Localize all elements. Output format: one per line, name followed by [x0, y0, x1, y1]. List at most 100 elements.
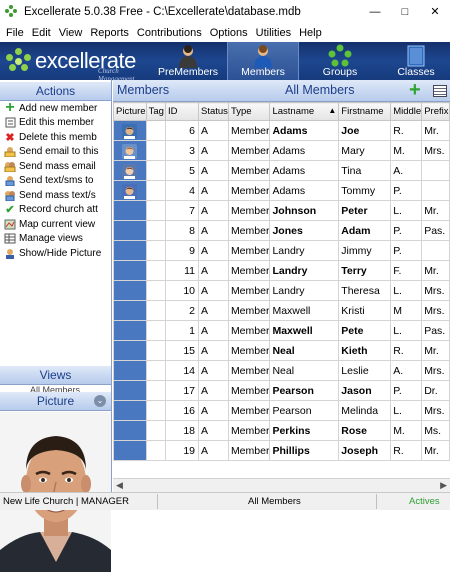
action-mass-sms[interactable]: Send mass text/s — [0, 188, 111, 203]
close-icon[interactable]: ✕ — [420, 0, 450, 23]
table-row[interactable]: 11 A Member Landry Terry F. Mr. — [113, 260, 450, 281]
cell-middle: P. — [390, 220, 423, 241]
table-row[interactable]: 8 A Member Jones Adam P. Pas. — [113, 220, 450, 241]
chevron-down-icon[interactable]: ⌄ — [94, 395, 106, 407]
table-row[interactable]: 7 A Member Johnson Peter L. Mr. — [113, 200, 450, 221]
table-row[interactable]: 16 A Member Pearson Melinda L. Mrs. — [113, 400, 450, 421]
cell-prefix: Mr. — [421, 340, 450, 361]
cell-middle: M. — [390, 420, 423, 441]
table-row[interactable]: 15 A Member Neal Kieth R. Mr. — [113, 340, 450, 361]
action-map-view[interactable]: Map current view — [0, 217, 111, 232]
cell-firstname: Pete — [338, 320, 392, 341]
menu-file[interactable]: File — [2, 27, 28, 39]
table-row[interactable]: 10 A Member Landry Theresa L. Mrs. — [113, 280, 450, 301]
cell-type: Member — [227, 260, 271, 281]
col-status[interactable]: Status — [198, 102, 229, 121]
menu-help[interactable]: Help — [295, 27, 326, 39]
picture-icon — [4, 247, 16, 259]
member-thumbnail — [122, 124, 137, 139]
status-church: New Life Church | MANAGER — [3, 496, 130, 507]
cell-tag — [145, 300, 167, 321]
table-row[interactable]: 4 A Member Adams Tommy P. — [113, 180, 450, 201]
cell-firstname: Tina — [338, 160, 392, 181]
cell-id: 7 — [165, 200, 199, 221]
action-show-hide-picture[interactable]: Show/Hide Picture — [0, 246, 111, 261]
action-record-attendance[interactable]: ✔ Record church att — [0, 203, 111, 218]
ribbon: excellerate Church Management PreMembers… — [0, 42, 450, 83]
member-thumbnail — [122, 164, 137, 179]
table-row[interactable]: 17 A Member Pearson Jason P. Dr. — [113, 380, 450, 401]
horizontal-scrollbar[interactable]: ◀ ▶ — [113, 478, 450, 492]
menu-edit[interactable]: Edit — [28, 27, 55, 39]
action-send-sms[interactable]: Send text/sms to — [0, 174, 111, 189]
cell-prefix: Dr. — [421, 380, 450, 401]
grid-view-icon[interactable] — [433, 85, 447, 97]
menu-options[interactable]: Options — [206, 27, 252, 39]
table-row[interactable]: 5 A Member Adams Tina A. — [113, 160, 450, 181]
cell-tag — [145, 160, 167, 181]
cell-status: A — [198, 160, 229, 181]
col-id[interactable]: ID — [165, 102, 199, 121]
table-row[interactable]: 1 A Member Maxwell Pete L. Pas. — [113, 320, 450, 341]
cell-prefix: Mrs. — [421, 280, 450, 301]
add-member-icon[interactable]: + — [409, 79, 421, 102]
action-send-email[interactable]: Send email to this — [0, 145, 111, 160]
cell-firstname: Kieth — [338, 340, 392, 361]
tab-premembers[interactable]: PreMembers — [152, 42, 224, 80]
col-middle[interactable]: Middle — [390, 102, 423, 121]
cell-lastname: Landry — [269, 260, 340, 281]
cell-type: Member — [227, 300, 271, 321]
cell-picture — [113, 280, 147, 301]
cell-status: A — [198, 440, 229, 461]
col-tag[interactable]: Tag — [145, 102, 167, 121]
table-row[interactable]: 9 A Member Landry Jimmy P. — [113, 240, 450, 261]
cell-prefix: Pas. — [421, 220, 450, 241]
cell-lastname: Jones — [269, 220, 340, 241]
table-row[interactable]: 3 A Member Adams Mary M. Mrs. — [113, 140, 450, 161]
tab-members[interactable]: Members — [227, 42, 299, 80]
cell-tag — [145, 140, 167, 161]
table-row[interactable]: 18 A Member Perkins Rose M. Ms. — [113, 420, 450, 441]
scroll-right-icon[interactable]: ▶ — [440, 480, 447, 491]
attendance-icon: ✔ — [5, 204, 15, 216]
cell-type: Member — [227, 340, 271, 361]
cell-lastname: Adams — [269, 160, 340, 181]
cell-lastname: Neal — [269, 340, 340, 361]
col-firstname[interactable]: Firstname — [338, 102, 392, 121]
menu-view[interactable]: View — [55, 27, 87, 39]
col-prefix[interactable]: Prefix — [421, 102, 450, 121]
action-delete-member[interactable]: ✖ Delete this memb — [0, 130, 111, 145]
picture-header: Picture ⌄ — [0, 392, 111, 411]
sort-asc-icon: ▲ — [328, 106, 337, 115]
tab-classes[interactable]: Classes — [380, 42, 450, 80]
menu-contributions[interactable]: Contributions — [133, 27, 206, 39]
tab-groups[interactable]: Groups — [304, 42, 376, 80]
table-row[interactable]: 2 A Member Maxwell Kristi M Mrs. — [113, 300, 450, 321]
col-lastname[interactable]: Lastname ▲ — [269, 102, 340, 121]
cell-tag — [145, 340, 167, 361]
table-row[interactable]: 6 A Member Adams Joe R. Mr. — [113, 120, 450, 141]
minimize-icon[interactable]: — — [360, 0, 390, 23]
cell-id: 4 — [165, 180, 199, 201]
cell-firstname: Leslie — [338, 360, 392, 381]
table-row[interactable]: 19 A Member Phillips Joseph R. Mr. — [113, 440, 450, 461]
cell-picture — [113, 360, 147, 381]
table-row[interactable]: 14 A Member Neal Leslie A. Mrs. — [113, 360, 450, 381]
cell-tag — [145, 240, 167, 261]
action-mass-email[interactable]: Send mass email — [0, 159, 111, 174]
menu-utilities[interactable]: Utilities — [252, 27, 295, 39]
menu-reports[interactable]: Reports — [86, 27, 133, 39]
action-manage-views[interactable]: Manage views — [0, 232, 111, 247]
action-edit-member[interactable]: Edit this member — [0, 116, 111, 131]
action-add-member[interactable]: + Add new member — [0, 101, 111, 116]
col-picture[interactable]: Picture — [113, 102, 147, 121]
status-bar: New Life Church | MANAGER All Members Ac… — [0, 492, 450, 510]
col-type[interactable]: Type — [227, 102, 271, 121]
status-filter: Actives — [409, 496, 440, 507]
cell-status: A — [198, 240, 229, 261]
views-header[interactable]: Views — [0, 366, 111, 385]
scroll-left-icon[interactable]: ◀ — [116, 480, 123, 491]
cell-prefix — [421, 240, 450, 261]
maximize-icon[interactable]: □ — [390, 0, 420, 23]
cell-firstname: Joseph — [338, 440, 392, 461]
